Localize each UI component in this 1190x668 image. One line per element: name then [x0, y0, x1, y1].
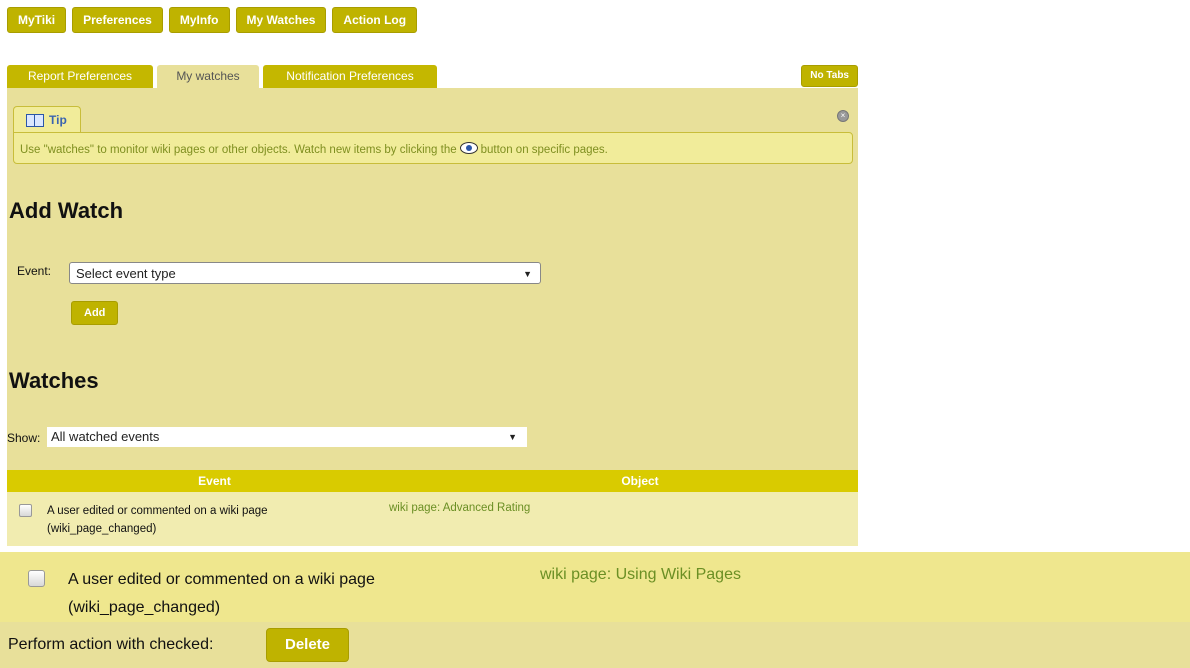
delete-button[interactable]: Delete: [266, 628, 350, 662]
tip-box: Use "watches" to monitor wiki pages or o…: [13, 132, 853, 164]
row-checkbox[interactable]: [28, 570, 45, 587]
show-label: Show:: [7, 431, 41, 445]
table-row: A user edited or commented on a wiki pag…: [0, 552, 1190, 622]
close-icon[interactable]: ×: [837, 110, 849, 122]
no-tabs-button[interactable]: No Tabs: [801, 65, 858, 87]
add-button[interactable]: Add: [71, 301, 119, 325]
tip-label: Tip: [13, 106, 81, 133]
object-link[interactable]: wiki page: Advanced Rating: [389, 502, 530, 514]
dropdown-arrow-icon: ▼: [523, 269, 532, 279]
eye-icon: [459, 142, 478, 154]
tip-text: Use "watches" to monitor wiki pages or o…: [20, 142, 608, 156]
table-row: A user edited or commented on a wiki pag…: [7, 492, 858, 546]
row-checkbox[interactable]: [19, 504, 32, 517]
column-event: Event: [198, 474, 231, 488]
watches-heading: Watches: [9, 368, 99, 393]
dropdown-arrow-icon: ▼: [508, 432, 517, 442]
object-link[interactable]: wiki page: Using Wiki Pages: [540, 566, 741, 584]
table-header: Event Object: [7, 470, 858, 492]
my-watches-panel: × Tip Use "watches" to monitor wiki page…: [7, 88, 858, 546]
tip-title: Tip: [49, 113, 67, 127]
my-watches-button[interactable]: My Watches: [235, 7, 327, 33]
event-description: A user edited or commented on a wiki pag…: [68, 571, 375, 616]
show-filter-select[interactable]: All watched events ▼: [47, 427, 527, 447]
top-navigation: MyTiki Preferences MyInfo My Watches Act…: [7, 7, 418, 33]
tab-my-watches[interactable]: My watches: [157, 65, 259, 89]
event-description: A user edited or commented on a wiki pag…: [47, 505, 268, 535]
tab-notification-preferences[interactable]: Notification Preferences: [263, 65, 437, 88]
event-label: Event:: [17, 264, 52, 278]
event-type-select[interactable]: Select event type ▼: [69, 262, 541, 284]
tab-report-preferences[interactable]: Report Preferences: [7, 65, 153, 88]
bulk-action-bar: Perform action with checked: Delete: [0, 622, 1190, 668]
add-watch-heading: Add Watch: [9, 198, 124, 223]
myinfo-button[interactable]: MyInfo: [168, 7, 230, 33]
tab-bar: Report Preferences My watches Notificati…: [7, 65, 858, 89]
column-object: Object: [621, 474, 659, 488]
book-icon: [26, 114, 44, 127]
preferences-button[interactable]: Preferences: [72, 7, 163, 33]
action-log-button[interactable]: Action Log: [332, 7, 418, 33]
mytiki-button[interactable]: MyTiki: [7, 7, 67, 33]
perform-action-label: Perform action with checked:: [8, 636, 214, 653]
